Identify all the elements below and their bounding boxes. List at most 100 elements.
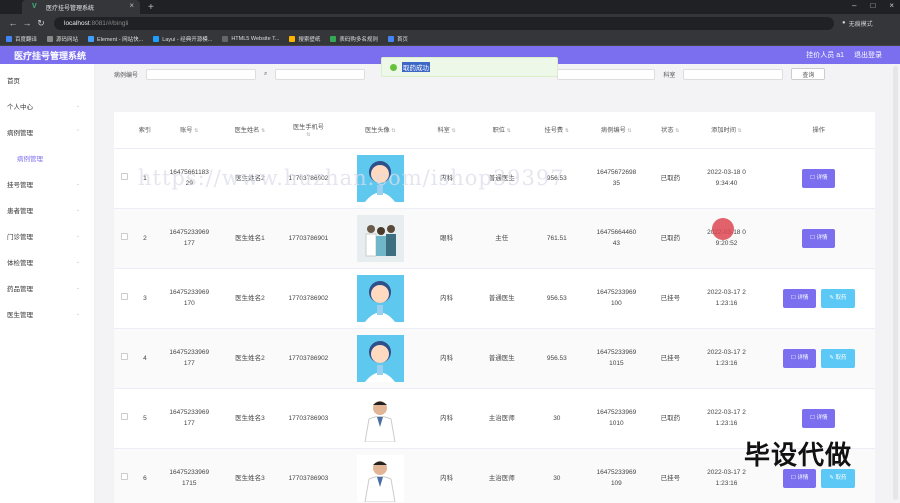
col-actions: 操作 xyxy=(762,112,875,149)
dept-input[interactable] xyxy=(683,68,784,80)
cell-dept: 内科 xyxy=(420,388,473,449)
bookmark[interactable]: 源码网站 xyxy=(47,35,78,43)
col-status[interactable]: 状态 ⇅ xyxy=(650,112,691,149)
row-select[interactable] xyxy=(114,388,135,449)
sidebar-item-patients[interactable]: 患者管理 ⌄ xyxy=(0,197,94,223)
row-checkbox[interactable] xyxy=(120,352,128,360)
cell-index: 5 xyxy=(134,388,156,449)
url-path: :8081/#/bingli xyxy=(89,19,129,27)
bookmarks-bar: 百度翻译 源码网站 Element - 网站快... Layui - 经典开源模… xyxy=(0,32,900,46)
col-case-number[interactable]: 病例编号 ⇅ xyxy=(582,112,651,149)
browser-tab-strip: V 医疗挂号管理系统 × + – □ × xyxy=(0,0,900,14)
cell-actions: ☐ 详情 ✎ 取药 xyxy=(762,328,875,389)
incognito-indicator[interactable]: ● 无痕模式 xyxy=(842,19,873,28)
incognito-icon: ● xyxy=(842,20,846,26)
cell-doctor-name: 医生姓名1 xyxy=(223,208,277,269)
filter-input-3[interactable] xyxy=(557,68,656,80)
bookmark[interactable]: 百度翻译 xyxy=(6,35,37,43)
new-tab-icon[interactable]: + xyxy=(148,2,154,13)
bookmark[interactable]: 表码购多名规则 xyxy=(330,35,378,43)
filter-input-2[interactable] xyxy=(275,68,366,80)
sidebar-subitem-cases[interactable]: 病例管理 xyxy=(0,145,94,171)
sidebar-item-registration[interactable]: 挂号管理 ⌄ xyxy=(0,171,94,197)
sidebar-item-cases[interactable]: 病例管理 ⌃ xyxy=(0,119,94,145)
close-window-icon[interactable]: × xyxy=(889,1,894,10)
table-row: 2 16475233969 177 医生姓名1 17703786901 眼科 主任 761.5… xyxy=(114,208,875,269)
case-number-input[interactable] xyxy=(146,68,257,80)
row-checkbox[interactable] xyxy=(120,292,128,300)
row-select[interactable] xyxy=(114,328,135,389)
cell-fee: 761.51 xyxy=(530,208,583,269)
row-select[interactable] xyxy=(114,448,135,503)
detail-button[interactable]: ☐ 详情 xyxy=(782,348,817,368)
detail-button[interactable]: ☐ 详情 xyxy=(782,288,817,308)
forward-icon[interactable]: → xyxy=(20,18,34,28)
filter-bar: 病例编号 ⌕ 科室 查询 取药成功 xyxy=(114,57,875,98)
edit-icon: ☐ xyxy=(790,294,796,301)
bookmark-icon xyxy=(88,35,95,42)
select-all-header xyxy=(114,112,135,149)
col-fee[interactable]: 挂号费 ⇅ xyxy=(530,112,583,149)
doctor-avatar-photo xyxy=(356,454,404,502)
cell-add-time: 2022-03-18 0 9:34:40 xyxy=(690,148,763,209)
sidebar-item-checkup[interactable]: 体检管理 ⌄ xyxy=(0,249,94,275)
col-doctor-avatar[interactable]: 医生头像 ⇅ xyxy=(339,112,421,149)
cell-status: 已挂号 xyxy=(650,268,691,329)
detail-button[interactable]: ☐ 详情 xyxy=(802,228,836,248)
account-text: 16475233969 1715 xyxy=(169,469,210,487)
browser-tab[interactable]: V 医疗挂号管理系统 × xyxy=(22,0,140,14)
row-select[interactable] xyxy=(114,208,135,269)
sidebar-item-doctors[interactable]: 医生管理 ⌄ xyxy=(0,301,94,327)
detail-button[interactable]: ☐ 详情 xyxy=(802,408,836,428)
cell-account: 16475661183 29 xyxy=(155,148,223,209)
detail-button[interactable]: ☐ 详情 xyxy=(802,168,836,188)
minimize-icon[interactable]: – xyxy=(852,1,856,10)
col-doctor-name[interactable]: 医生姓名 ⇅ xyxy=(223,112,277,149)
reload-icon[interactable]: ↻ xyxy=(34,18,48,29)
url-host: localhost xyxy=(64,19,90,27)
bookmark[interactable]: HTML5 Website T... xyxy=(222,35,279,42)
sidebar-item-outpatient[interactable]: 门诊管理 ⌄ xyxy=(0,223,94,249)
col-title[interactable]: 职位 ⇅ xyxy=(472,112,531,149)
maximize-icon[interactable]: □ xyxy=(870,1,875,10)
take-drug-button[interactable]: ✎ 取药 xyxy=(821,348,855,368)
cell-fee: 956.53 xyxy=(530,328,583,389)
col-doctor-phone[interactable]: 医生手机号 ⇅ xyxy=(276,112,340,149)
sidebar-item-drugs[interactable]: 药品管理 ⌄ xyxy=(0,275,94,301)
scrollbar[interactable] xyxy=(893,66,898,500)
success-toast: 取药成功 xyxy=(381,57,558,77)
cell-doctor-phone: 17703786903 xyxy=(276,448,340,503)
sidebar-item-profile[interactable]: 个人中心 ⌄ xyxy=(0,93,94,119)
col-dept[interactable]: 科室 ⇅ xyxy=(420,112,473,149)
row-select[interactable] xyxy=(114,148,135,209)
bookmark[interactable]: Layui - 经典开源模... xyxy=(153,35,212,43)
case-number-text: 16475664460 43 xyxy=(596,229,637,247)
bookmark[interactable]: 首页 xyxy=(387,35,408,43)
cell-doctor-phone: 17703786903 xyxy=(276,388,340,449)
row-select[interactable] xyxy=(114,268,135,329)
row-checkbox[interactable] xyxy=(120,412,128,420)
take-drug-button[interactable]: ✎ 取药 xyxy=(821,288,855,308)
bookmark-icon xyxy=(289,35,296,42)
col-add-time[interactable]: 添加时间 ⇅ xyxy=(690,112,763,149)
cell-case-number: 16475672698 35 xyxy=(582,148,651,209)
bookmark[interactable]: Element - 网站快... xyxy=(88,35,143,43)
sidebar-item-home[interactable]: 首页 xyxy=(0,67,94,93)
chevron-down-icon: ⌄ xyxy=(75,103,80,109)
back-icon[interactable]: ← xyxy=(6,18,20,28)
row-checkbox[interactable] xyxy=(120,472,128,480)
chevron-down-icon: ⌄ xyxy=(75,207,80,213)
close-tab-icon[interactable]: × xyxy=(129,1,134,10)
cell-fee: 956.53 xyxy=(530,148,583,209)
search-button[interactable]: 查询 xyxy=(791,68,826,80)
cell-account: 16475233969 177 xyxy=(155,328,223,389)
cell-status: 已取药 xyxy=(650,388,691,449)
row-checkbox[interactable] xyxy=(120,232,128,240)
cell-status: 已挂号 xyxy=(650,448,691,503)
row-checkbox[interactable] xyxy=(120,172,128,180)
col-account[interactable]: 账号 ⇅ xyxy=(155,112,223,149)
url-field[interactable]: localhost:8081/#/bingli xyxy=(54,16,834,30)
logout-link[interactable]: 退出登录 xyxy=(854,50,882,60)
bookmark[interactable]: 搜索壁纸 xyxy=(289,35,320,43)
cell-doctor-avatar xyxy=(339,388,421,449)
